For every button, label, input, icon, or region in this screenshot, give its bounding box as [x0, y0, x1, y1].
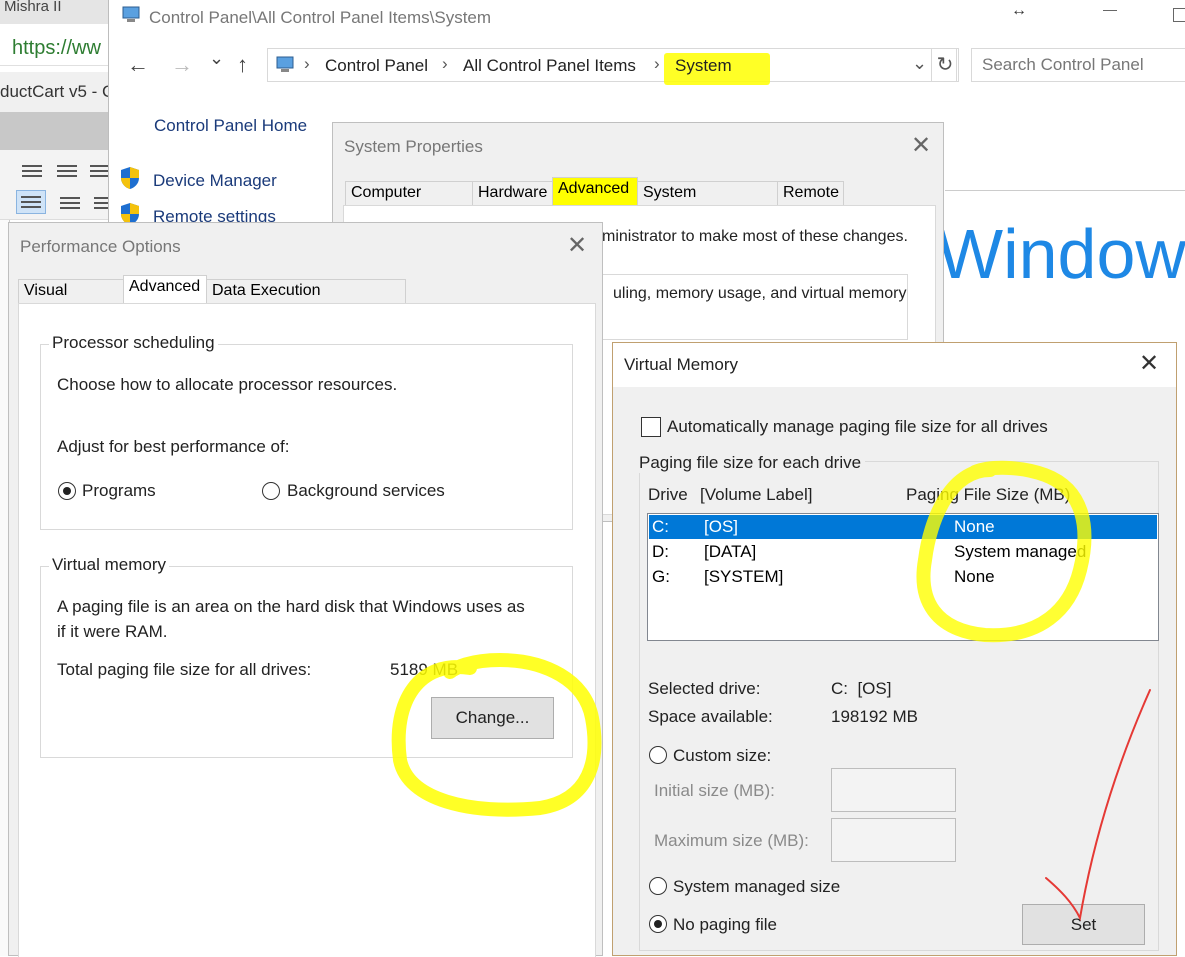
browser-url-bar[interactable]: https://ww: [0, 30, 110, 66]
space-available-label: Space available:: [648, 707, 773, 726]
space-available-value: 198192 MB: [831, 707, 918, 726]
breadcrumb-control-panel[interactable]: Control Panel: [325, 56, 428, 76]
tab-advanced[interactable]: Advanced: [552, 177, 638, 205]
adjust-label: Adjust for best performance of:: [57, 437, 290, 456]
performance-desc-text: uling, memory usage, and virtual memory: [613, 285, 907, 302]
minimize-button[interactable]: [1103, 10, 1117, 11]
bullet-list-icon[interactable]: [22, 162, 42, 178]
address-dropdown-icon[interactable]: ⌄: [912, 53, 927, 74]
system-managed-label[interactable]: System managed size: [673, 877, 840, 897]
breadcrumb-system[interactable]: System: [675, 56, 732, 76]
list-item[interactable]: G: [SYSTEM] None: [649, 565, 1157, 589]
change-button[interactable]: Change...: [431, 697, 554, 739]
virtual-memory-dialog: Virtual Memory ✕ Automatically manage pa…: [612, 342, 1177, 956]
initial-size-input[interactable]: [831, 768, 956, 812]
background-services-radio[interactable]: [262, 482, 280, 500]
group-title: Processor scheduling: [49, 333, 218, 353]
indent-icon[interactable]: [90, 162, 110, 178]
numbered-list-icon[interactable]: [57, 162, 77, 178]
list-item[interactable]: D: [DATA] System managed: [649, 540, 1157, 564]
tab-computer-name[interactable]: Computer Name: [345, 181, 473, 223]
tab-remote[interactable]: Remote: [777, 181, 844, 205]
forward-arrow-icon[interactable]: →: [171, 52, 193, 78]
vm-desc-line1: A paging file is an area on the hard dis…: [57, 597, 525, 616]
recent-locations-icon[interactable]: ⌄: [209, 48, 224, 69]
control-panel-home-link[interactable]: Control Panel Home: [154, 116, 307, 136]
tab-system-protection[interactable]: System Protection: [637, 181, 778, 223]
tab-visual-effects[interactable]: Visual Effects: [18, 279, 124, 321]
divider: [945, 190, 1185, 191]
column-drive: Drive: [648, 485, 688, 504]
dialog-title: Virtual Memory: [624, 355, 738, 374]
selected-drive-value: C: [OS]: [831, 679, 892, 698]
processor-desc: Choose how to allocate processor resourc…: [57, 375, 398, 394]
tab-panel: Processor scheduling Choose how to alloc…: [18, 303, 596, 957]
tab-hardware[interactable]: Hardware: [472, 181, 553, 205]
custom-size-radio[interactable]: [649, 746, 667, 764]
processor-scheduling-group: Processor scheduling Choose how to alloc…: [40, 333, 573, 530]
column-paging-size: Paging File Size (MB): [906, 485, 1071, 504]
system-managed-radio[interactable]: [649, 877, 667, 895]
performance-options-dialog: Performance Options ✕ Visual Effects Adv…: [8, 222, 603, 957]
windows-logo: Windows: [937, 215, 1185, 293]
align-left-icon[interactable]: [16, 190, 46, 214]
total-paging-value: 5189 MB: [390, 660, 459, 679]
close-icon[interactable]: ✕: [567, 231, 587, 260]
background-app-title: ductCart v5 - C: [0, 72, 110, 112]
vm-desc-line2: if it were RAM.: [57, 622, 168, 641]
group-title: Virtual memory: [49, 555, 169, 575]
close-icon[interactable]: ✕: [911, 131, 931, 160]
programs-radio[interactable]: [58, 482, 76, 500]
breadcrumb-all-items[interactable]: All Control Panel Items: [463, 56, 636, 76]
admin-note-text: ministrator to make most of these change…: [602, 228, 908, 245]
background-app-ribbon: [0, 112, 110, 150]
breadcrumb-separator-icon: ›: [654, 54, 660, 73]
window-title: Control Panel\All Control Panel Items\Sy…: [149, 8, 492, 27]
breadcrumb-separator-icon: ›: [442, 54, 448, 73]
tab-advanced[interactable]: Advanced: [123, 275, 207, 303]
tab-strip: Computer Name Hardware Advanced System P…: [343, 177, 943, 223]
align-center-icon[interactable]: [60, 194, 80, 210]
address-bar[interactable]: › Control Panel › All Control Panel Item…: [267, 48, 957, 85]
tab-strip: Visual Effects Advanced Data Execution P…: [18, 275, 598, 321]
programs-label[interactable]: Programs: [82, 481, 156, 501]
editor-toolbar: [0, 150, 114, 220]
initial-size-label: Initial size (MB):: [654, 781, 775, 800]
resize-cursor-icon: ↔: [1011, 2, 1027, 19]
device-manager-link[interactable]: Device Manager: [153, 171, 277, 191]
tab-data-execution-prevention[interactable]: Data Execution Prevention: [206, 279, 406, 321]
total-paging-label: Total paging file size for all drives:: [57, 660, 312, 679]
group-title: Paging file size for each drive: [639, 453, 866, 473]
maximum-size-label: Maximum size (MB):: [654, 831, 809, 850]
drive-list[interactable]: C: [OS] None D: [DATA] System managed G:…: [647, 513, 1159, 641]
refresh-icon[interactable]: ↻: [931, 48, 959, 82]
no-paging-file-label[interactable]: No paging file: [673, 915, 777, 935]
set-button[interactable]: Set: [1022, 904, 1145, 945]
system-computer-icon: [122, 6, 140, 22]
custom-size-label[interactable]: Custom size:: [673, 746, 771, 766]
back-arrow-icon[interactable]: ←: [127, 52, 149, 78]
up-arrow-icon[interactable]: ↑: [237, 52, 248, 78]
auto-manage-label[interactable]: Automatically manage paging file size fo…: [667, 417, 1048, 437]
virtual-memory-group: Virtual memory A paging file is an area …: [40, 555, 573, 758]
uac-shield-icon: [121, 167, 139, 189]
performance-group: uling, memory usage, and virtual memory: [594, 274, 908, 340]
background-services-label[interactable]: Background services: [287, 481, 445, 501]
computer-icon: [276, 56, 294, 72]
dialog-title: System Properties: [344, 137, 483, 156]
no-paging-file-radio[interactable]: [649, 915, 667, 933]
maximize-button[interactable]: [1173, 8, 1185, 22]
browser-tab[interactable]: Mishra II: [0, 0, 110, 24]
maximum-size-input[interactable]: [831, 818, 956, 862]
search-input[interactable]: Search Control Panel: [971, 48, 1185, 82]
column-volume-label: [Volume Label]: [700, 485, 813, 504]
auto-manage-checkbox[interactable]: [641, 417, 661, 437]
list-item[interactable]: C: [OS] None: [649, 515, 1157, 539]
title-bar: Virtual Memory ✕: [613, 343, 1176, 387]
breadcrumb-separator-icon: ›: [304, 54, 310, 73]
dialog-title: Performance Options: [20, 237, 181, 256]
selected-drive-label: Selected drive:: [648, 679, 761, 698]
close-icon[interactable]: ✕: [1139, 349, 1159, 378]
